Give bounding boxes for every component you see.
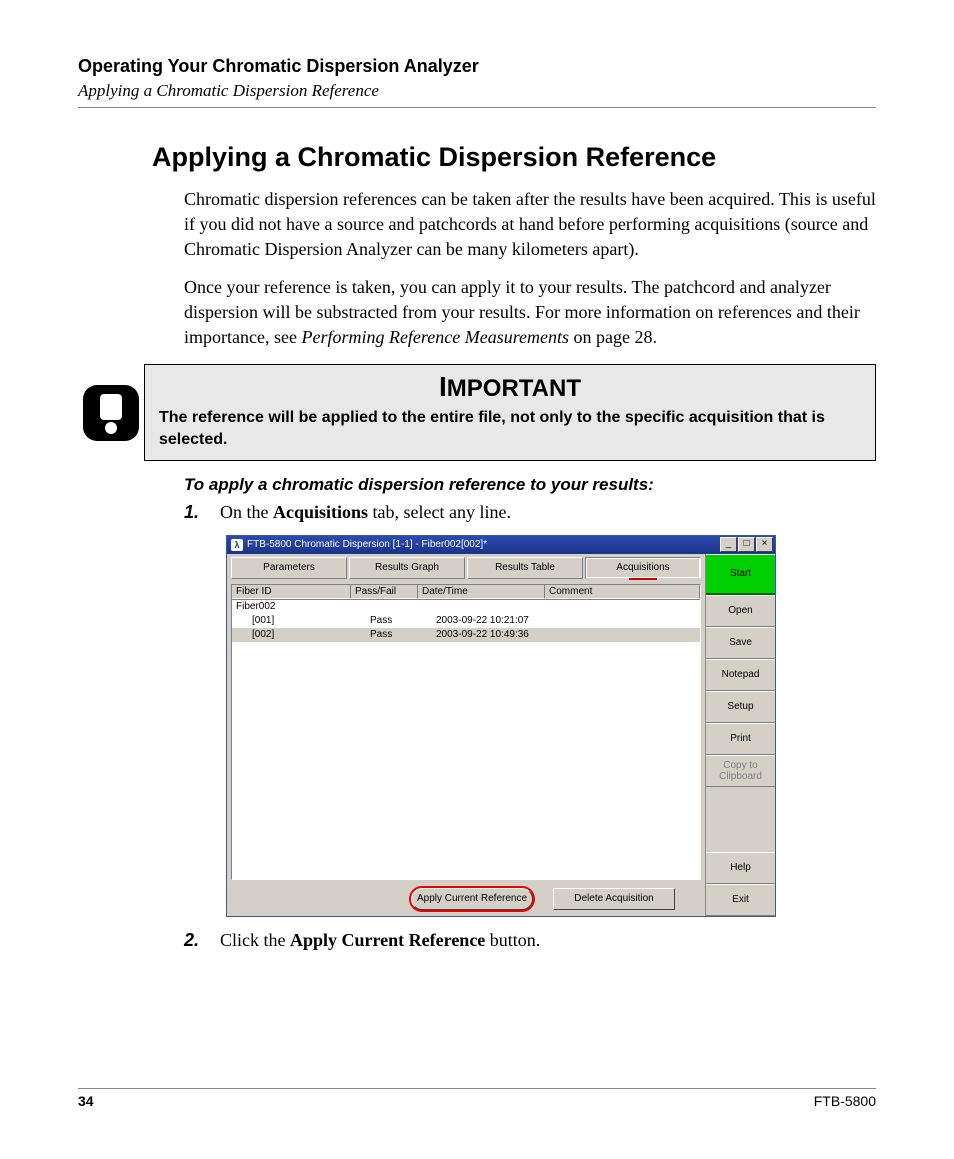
copy-to-clipboard-button[interactable]: Copy to Clipboard xyxy=(706,755,775,787)
step-2-bold: Apply Current Reference xyxy=(290,930,485,950)
important-icon xyxy=(78,364,144,461)
sidebar: Start Open Save Notepad Setup Print Copy… xyxy=(705,554,775,916)
cell-fiber-id: [002] xyxy=(232,628,366,642)
cell-date-time xyxy=(416,600,542,614)
start-button[interactable]: Start xyxy=(706,554,775,595)
footer: 34 FTB-5800 xyxy=(78,1080,876,1109)
step-1-text: On the Acquisitions tab, select any line… xyxy=(220,501,511,524)
paragraph-2: Once your reference is taken, you can ap… xyxy=(184,275,876,349)
close-button[interactable]: × xyxy=(756,537,773,552)
footer-model: FTB-5800 xyxy=(814,1093,876,1109)
procedure-heading: To apply a chromatic dispersion referenc… xyxy=(184,475,876,495)
tabs: Parameters Results Graph Results Table A… xyxy=(227,554,705,582)
footer-rule xyxy=(78,1088,876,1089)
minimize-button[interactable]: _ xyxy=(720,537,737,552)
step-1-pre: On the xyxy=(220,502,273,522)
header-section: Applying a Chromatic Dispersion Referenc… xyxy=(78,81,876,101)
step-1-bold: Acquisitions xyxy=(273,502,368,522)
setup-button[interactable]: Setup xyxy=(706,691,775,723)
tab-parameters[interactable]: Parameters xyxy=(231,557,347,579)
step-1-post: tab, select any line. xyxy=(368,502,511,522)
header-chapter: Operating Your Chromatic Dispersion Anal… xyxy=(78,56,876,77)
important-title: IMPORTANT xyxy=(159,371,861,403)
cell-fiber-id: [001] xyxy=(232,614,366,628)
table-row[interactable]: [002]Pass2003-09-22 10:49:36 xyxy=(232,628,700,642)
tab-acquisitions-underline xyxy=(629,578,657,580)
tab-results-table[interactable]: Results Table xyxy=(467,557,583,579)
exit-button[interactable]: Exit xyxy=(706,884,775,916)
step-2-num: 2. xyxy=(184,929,220,952)
table-row[interactable]: Fiber002 xyxy=(232,600,700,614)
cell-pass-fail xyxy=(350,600,416,614)
cell-date-time: 2003-09-22 10:21:07 xyxy=(432,614,558,628)
cell-date-time: 2003-09-22 10:49:36 xyxy=(432,628,558,642)
apply-current-reference-button[interactable]: Apply Current Reference xyxy=(411,888,533,910)
important-body: The reference will be applied to the ent… xyxy=(159,407,861,450)
tab-acquisitions-label: Acquisitions xyxy=(616,562,669,573)
header-rule xyxy=(78,107,876,108)
help-button[interactable]: Help xyxy=(706,852,775,884)
paragraph-2-ref: Performing Reference Measurements xyxy=(301,327,569,347)
step-1-num: 1. xyxy=(184,501,220,524)
cell-comment xyxy=(558,614,700,628)
open-button[interactable]: Open xyxy=(706,595,775,627)
important-title-rest: MPORTANT xyxy=(447,375,581,402)
table-row[interactable]: [001]Pass2003-09-22 10:21:07 xyxy=(232,614,700,628)
step-1: 1. On the Acquisitions tab, select any l… xyxy=(184,501,876,524)
col-fiber-id[interactable]: Fiber ID xyxy=(232,585,351,599)
maximize-button[interactable]: □ xyxy=(738,537,755,552)
page-number: 34 xyxy=(78,1093,94,1109)
grid-header: Fiber ID Pass/Fail Date/Time Comment xyxy=(232,585,700,600)
paragraph-2c: on page 28. xyxy=(569,327,657,347)
col-pass-fail[interactable]: Pass/Fail xyxy=(351,585,418,599)
important-box: IMPORTANT The reference will be applied … xyxy=(144,364,876,461)
tab-acquisitions[interactable]: Acquisitions xyxy=(585,557,701,579)
save-button[interactable]: Save xyxy=(706,627,775,659)
cell-comment xyxy=(558,628,700,642)
titlebar: λ FTB-5800 Chromatic Dispersion [1-1] - … xyxy=(227,536,775,554)
col-date-time[interactable]: Date/Time xyxy=(418,585,545,599)
paragraph-1: Chromatic dispersion references can be t… xyxy=(184,187,876,261)
col-comment[interactable]: Comment xyxy=(545,585,700,599)
acquisitions-grid[interactable]: Fiber ID Pass/Fail Date/Time Comment Fib… xyxy=(231,584,701,880)
step-2-post: button. xyxy=(485,930,540,950)
cell-comment xyxy=(542,600,700,614)
page-title: Applying a Chromatic Dispersion Referenc… xyxy=(152,142,876,173)
important-title-initial: I xyxy=(439,371,447,402)
step-2-text: Click the Apply Current Reference button… xyxy=(220,929,540,952)
notepad-button[interactable]: Notepad xyxy=(706,659,775,691)
cell-pass-fail: Pass xyxy=(366,628,432,642)
titlebar-text: FTB-5800 Chromatic Dispersion [1-1] - Fi… xyxy=(247,539,487,550)
app-window: λ FTB-5800 Chromatic Dispersion [1-1] - … xyxy=(226,535,776,917)
tab-results-graph[interactable]: Results Graph xyxy=(349,557,465,579)
step-2: 2. Click the Apply Current Reference but… xyxy=(184,929,876,952)
app-icon: λ xyxy=(231,539,243,551)
step-2-pre: Click the xyxy=(220,930,290,950)
cell-fiber-id: Fiber002 xyxy=(232,600,350,614)
print-button[interactable]: Print xyxy=(706,723,775,755)
cell-pass-fail: Pass xyxy=(366,614,432,628)
delete-acquisition-button[interactable]: Delete Acquisition xyxy=(553,888,675,910)
